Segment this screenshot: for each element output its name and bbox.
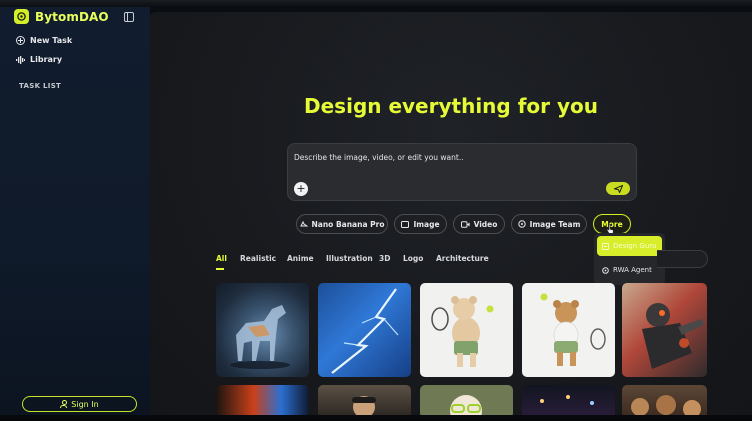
video-icon <box>460 220 470 228</box>
sign-in-label: Sign In <box>71 399 99 409</box>
prompt-composer[interactable]: Describe the image, video, or edit you w… <box>287 143 637 201</box>
menu-item-rwa-agent[interactable]: RWA Agent <box>597 260 662 280</box>
waveform-icon <box>16 55 25 64</box>
active-tab-indicator <box>216 268 224 270</box>
chip-label: Nano Banana Pro <box>311 219 385 229</box>
prompt-input[interactable]: Describe the image, video, or edit you w… <box>294 153 464 162</box>
sidebar-item-new-task[interactable]: New Task <box>16 36 72 45</box>
gallery-card-crystal-horse[interactable] <box>216 283 309 377</box>
brand-name: BytomDAO <box>35 9 109 24</box>
main-panel: Design everything for you Describe the i… <box>150 12 752 418</box>
gallery-card-blue-lightning[interactable] <box>318 283 411 377</box>
menu-item-label: Design Guru <box>613 242 657 250</box>
team-icon <box>517 220 526 228</box>
tab-realistic[interactable]: Realistic <box>240 254 276 263</box>
bytom-logo-icon <box>14 9 29 24</box>
tab-architecture[interactable]: Architecture <box>436 254 489 263</box>
tab-logo[interactable]: Logo <box>403 254 423 263</box>
chip-label: Image Team <box>529 219 581 229</box>
lightning-image <box>331 288 399 374</box>
tab-illustration[interactable]: Illustration <box>326 254 373 263</box>
night-street-image <box>540 395 594 405</box>
gallery-card-robot-warrior[interactable] <box>622 283 707 377</box>
chip-label: Video <box>473 219 498 229</box>
rwa-agent-icon <box>602 266 609 274</box>
send-icon <box>613 184 623 193</box>
attach-button[interactable]: + <box>294 182 308 196</box>
gallery-card-portrait-city[interactable] <box>318 385 411 418</box>
plus-circle-icon <box>16 36 25 45</box>
send-button[interactable] <box>606 182 630 195</box>
sidebar-item-label: New Task <box>30 36 73 45</box>
page-title: Design everything for you <box>304 94 598 118</box>
sidebar: BytomDAO New Task Library TASK LIST <box>0 7 150 415</box>
tab-all[interactable]: All <box>216 254 227 263</box>
gallery-card-cookies[interactable] <box>622 385 707 418</box>
teddy-bear-image <box>540 293 606 366</box>
task-list-heading: TASK LIST <box>19 82 62 90</box>
chip-image[interactable]: Image <box>394 214 447 234</box>
banana-icon <box>299 220 308 227</box>
chip-label: Image <box>413 219 440 229</box>
gallery-card-teddy-tennis[interactable] <box>420 283 513 377</box>
cookies-image <box>631 395 701 418</box>
gallery-search-input[interactable] <box>657 250 708 268</box>
girl-glasses-image <box>450 395 482 418</box>
menu-item-label: RWA Agent <box>613 266 652 274</box>
teddy-bear-image <box>431 296 494 367</box>
gallery-card-girl-glasses[interactable] <box>420 385 513 418</box>
sidebar-item-library[interactable]: Library <box>16 55 62 64</box>
sidebar-item-label: Library <box>30 55 63 64</box>
brand[interactable]: BytomDAO <box>14 9 109 24</box>
screen-bezel <box>0 0 752 7</box>
menu-item-design-guru[interactable]: Design Guru <box>597 236 662 256</box>
screen-bezel-bottom <box>0 415 752 421</box>
tab-3d[interactable]: 3D <box>379 254 390 263</box>
sidebar-toggle-icon[interactable] <box>124 12 134 22</box>
robot-image <box>642 303 704 369</box>
image-icon <box>401 220 410 228</box>
design-guru-icon <box>602 242 609 250</box>
portrait-image <box>352 396 376 418</box>
tab-anime[interactable]: Anime <box>287 254 314 263</box>
gallery-card-teddy-tennis-2[interactable] <box>522 283 615 377</box>
crystal-horse-image <box>230 305 290 369</box>
chip-image-team[interactable]: Image Team <box>511 214 587 234</box>
gallery-card-night-street[interactable] <box>522 385 615 418</box>
user-icon <box>60 400 68 408</box>
chip-video[interactable]: Video <box>453 214 505 234</box>
more-dropdown-menu: Design Guru RWA Agent <box>594 233 665 285</box>
sign-in-button[interactable]: Sign In <box>22 396 137 412</box>
chip-nano-banana-pro[interactable]: Nano Banana Pro <box>296 214 388 234</box>
gallery-card-fiery-scene[interactable] <box>216 385 309 418</box>
